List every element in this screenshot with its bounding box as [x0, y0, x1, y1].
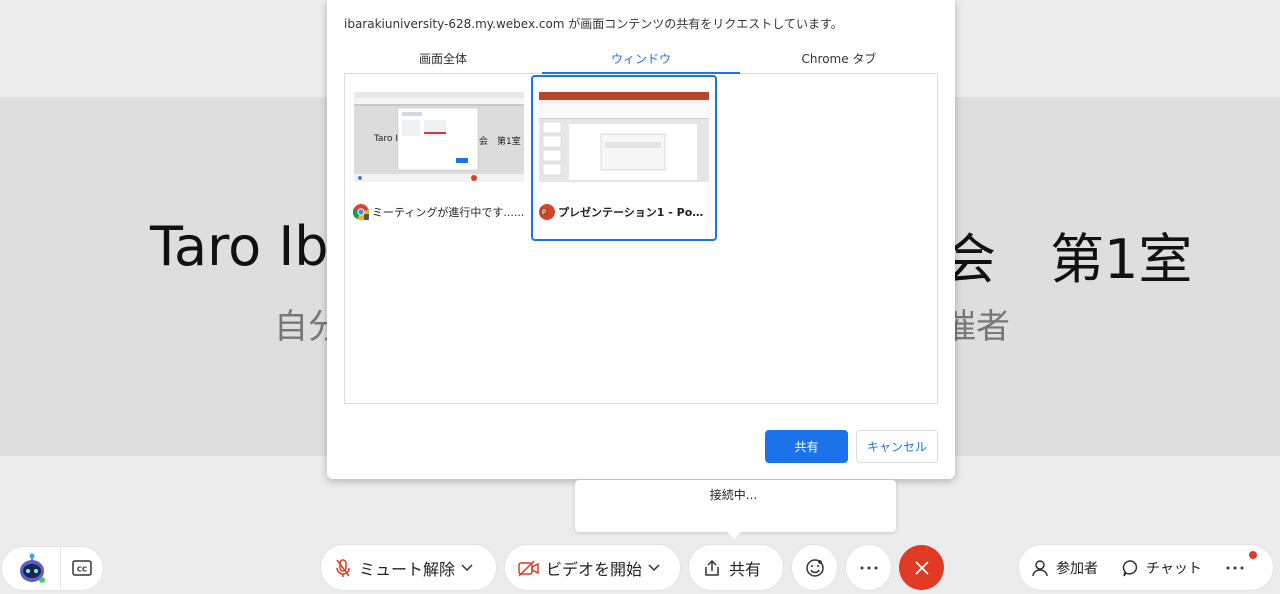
connecting-tooltip: 接続中... — [575, 480, 896, 539]
chrome-icon — [353, 204, 369, 221]
chat-label: チャット — [1146, 560, 1202, 577]
divider — [60, 547, 61, 590]
svg-text:CC: CC — [77, 566, 87, 574]
window-card-meeting[interactable]: Taro I 会 第1室 ミーティングが進行中です...... — [347, 76, 533, 242]
powerpoint-icon: P — [539, 204, 555, 220]
reactions-button[interactable] — [792, 545, 837, 590]
start-video-button[interactable]: ビデオを開始 — [505, 545, 680, 590]
ellipsis-icon — [860, 566, 877, 569]
person-icon — [1032, 559, 1048, 576]
video-off-icon — [518, 559, 540, 577]
share-upload-icon — [703, 559, 721, 577]
left-control-group: CC — [2, 547, 103, 590]
chat-button[interactable]: チャット — [1122, 558, 1202, 578]
window-grid: Taro I 会 第1室 ミーティングが進行中です...... P プレゼンテー… — [344, 74, 938, 404]
svg-text:P: P — [542, 209, 546, 217]
tab-window[interactable]: ウィンドウ — [542, 44, 740, 74]
participants-button[interactable]: 参加者 — [1032, 558, 1098, 578]
share-button[interactable]: 共有 — [765, 430, 848, 463]
stage-title-right: 会 第1室 — [942, 228, 1193, 291]
start-video-label: ビデオを開始 — [546, 559, 643, 579]
source-tabs: 画面全体 ウィンドウ Chrome タブ — [344, 44, 938, 74]
stage-title-left: Taro Ib — [150, 215, 329, 278]
window-card-powerpoint[interactable]: P プレゼンテーション1 - Powe... — [531, 75, 717, 241]
window-label-meeting: ミーティングが進行中です...... — [353, 203, 525, 221]
chat-bubble-icon — [1122, 559, 1138, 576]
window-label-powerpoint: P プレゼンテーション1 - Powe... — [539, 203, 711, 221]
share-toolbar-label: 共有 — [729, 559, 762, 579]
window-thumbnail-meeting: Taro I 会 第1室 — [354, 92, 524, 182]
cancel-button[interactable]: キャンセル — [856, 430, 938, 463]
tooltip-arrow — [727, 532, 741, 539]
dialog-message: ibarakiuniversity-628.my.webex.com が画面コン… — [344, 17, 843, 31]
microphone-muted-icon — [335, 558, 351, 578]
closed-captions-icon[interactable]: CC — [72, 559, 92, 577]
notification-dot — [1249, 551, 1257, 559]
more-panels-button[interactable] — [1226, 566, 1244, 570]
close-icon — [914, 560, 929, 575]
share-toolbar-button[interactable]: 共有 — [689, 545, 783, 590]
thumb-title-left: Taro I — [374, 134, 399, 144]
chevron-down-icon[interactable] — [461, 563, 473, 572]
unmute-button[interactable]: ミュート解除 — [321, 545, 496, 590]
tab-entire-screen[interactable]: 画面全体 — [344, 44, 542, 73]
unmute-label: ミュート解除 — [359, 559, 456, 579]
chevron-down-icon[interactable] — [648, 563, 660, 572]
leave-meeting-button[interactable] — [899, 545, 944, 590]
ellipsis-icon — [1226, 566, 1244, 569]
window-thumbnail-powerpoint — [539, 92, 709, 182]
more-options-button[interactable] — [846, 545, 891, 590]
thumb-title-right: 会 第1室 — [479, 137, 521, 147]
ai-assistant-icon[interactable] — [16, 553, 48, 585]
tooltip-text: 接続中... — [709, 488, 758, 502]
share-picker-dialog: ibarakiuniversity-628.my.webex.com が画面コン… — [327, 0, 955, 479]
emoji-icon — [805, 558, 824, 577]
right-control-group: 参加者 チャット — [1019, 545, 1273, 590]
participants-label: 参加者 — [1056, 560, 1098, 577]
tab-chrome-tab[interactable]: Chrome タブ — [740, 44, 938, 73]
